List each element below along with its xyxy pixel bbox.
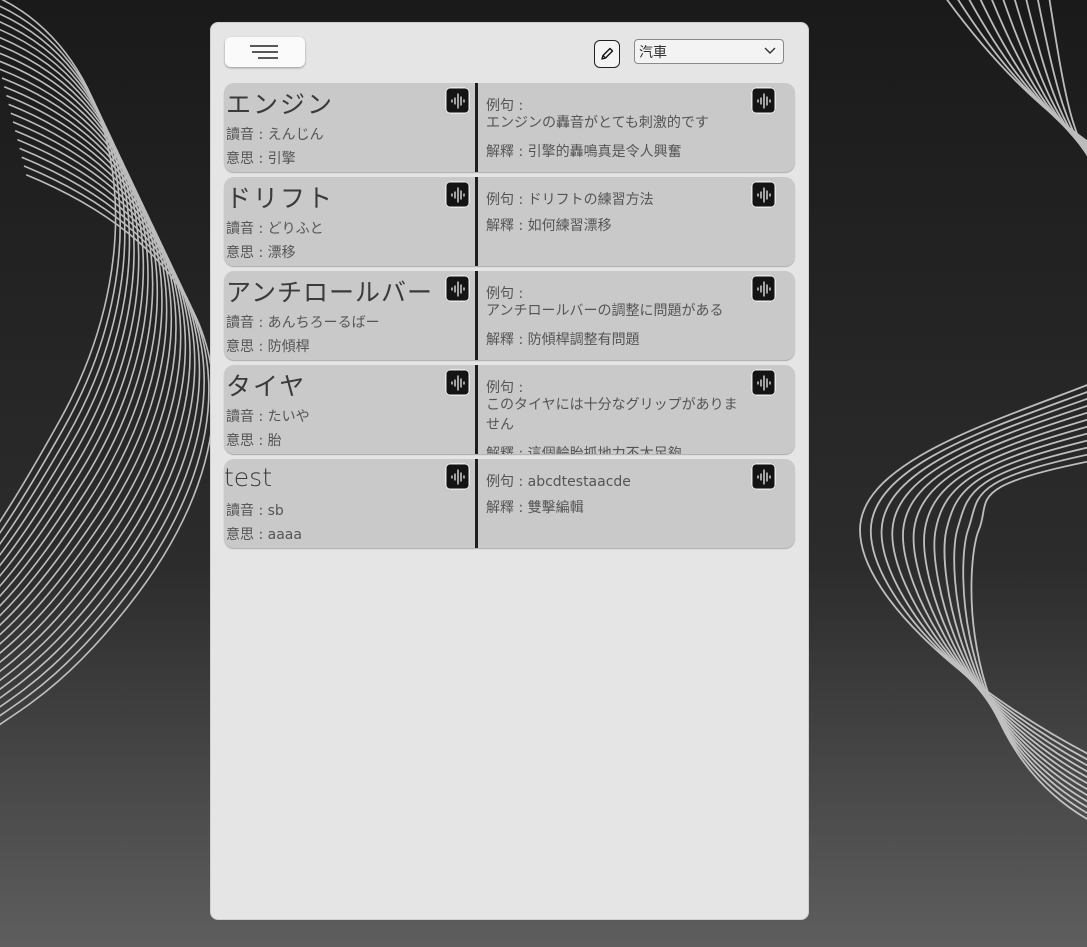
example-section: 例句 : アンチロールバーの調整に問題がある 解釋 : 防傾桿調整有問題	[486, 271, 786, 360]
example-label: 例句 : abcdtestaacde	[486, 474, 631, 490]
sound-wave-icon	[756, 186, 771, 203]
sound-wave-icon	[756, 374, 771, 391]
card-divider	[475, 459, 478, 548]
word-section: タイヤ 讀音 : たいや 意思 : 胎	[224, 365, 476, 454]
vocabulary-panel: 汽車 エンジン 讀音 : えんじん 意思 : 引擎 例句 : エンジンの轟音がと…	[210, 22, 809, 920]
play-word-audio-button[interactable]	[445, 369, 470, 396]
reading-text: 讀音 : たいや	[226, 409, 310, 425]
play-example-audio-button[interactable]	[751, 87, 776, 114]
card-divider	[475, 177, 478, 266]
card-divider	[475, 83, 478, 172]
vocab-card[interactable]: アンチロールバー 讀音 : あんちろーるばー 意思 : 防傾桿 例句 : アンチ…	[224, 271, 795, 360]
vocab-card[interactable]: エンジン 讀音 : えんじん 意思 : 引擎 例句 : エンジンの轟音がとても刺…	[224, 83, 795, 172]
vocabulary-list: エンジン 讀音 : えんじん 意思 : 引擎 例句 : エンジンの轟音がとても刺…	[224, 83, 796, 553]
play-example-audio-button[interactable]	[751, 275, 776, 302]
reading-text: 讀音 : えんじん	[226, 127, 324, 143]
explanation-text: 解釋 : 防傾桿調整有問題	[486, 332, 640, 348]
example-text: エンジンの轟音がとても刺激的です	[486, 115, 709, 131]
reading-text: 讀音 : sb	[226, 503, 284, 519]
sound-wave-icon	[450, 280, 465, 297]
explanation-text: 解釋 : 雙擊編輯	[486, 500, 584, 516]
sound-wave-icon	[756, 92, 771, 109]
sound-wave-icon	[450, 92, 465, 109]
reading-text: 讀音 : あんちろーるばー	[226, 315, 380, 331]
example-label: 例句 : ドリフトの練習方法	[486, 192, 654, 208]
meaning-text: 意思 : aaaa	[226, 527, 302, 543]
category-dropdown[interactable]: 汽車	[634, 39, 784, 64]
play-example-audio-button[interactable]	[751, 369, 776, 396]
menu-button[interactable]	[225, 37, 305, 67]
word-section: エンジン 讀音 : えんじん 意思 : 引擎	[224, 83, 476, 172]
word-section: ドリフト 讀音 : どりふと 意思 : 漂移	[224, 177, 476, 266]
example-section: 例句 : エンジンの轟音がとても刺激的です 解釋 : 引擎的轟鳴真是令人興奮	[486, 83, 786, 172]
explanation-text: 解釋 : 這個輪胎抓地力不太足夠	[486, 446, 682, 454]
play-word-audio-button[interactable]	[445, 87, 470, 114]
example-text: アンチロールバーの調整に問題がある	[486, 303, 724, 319]
category-value: 汽車	[639, 44, 667, 61]
explanation-text: 解釋 : 引擎的轟鳴真是令人興奮	[486, 144, 682, 160]
hamburger-icon	[250, 45, 278, 59]
play-example-audio-button[interactable]	[751, 463, 776, 490]
meaning-text: 意思 : 引擎	[226, 151, 296, 167]
pencil-icon	[601, 47, 614, 60]
meaning-text: 意思 : 防傾桿	[226, 339, 310, 355]
example-label: 例句 :	[486, 380, 524, 396]
example-label: 例句 :	[486, 98, 524, 114]
chevron-down-icon	[764, 47, 776, 54]
example-section: 例句 : このタイヤには十分なグリップがありません 解釋 : 這個輪胎抓地力不太…	[486, 365, 786, 454]
meaning-text: 意思 : 漂移	[226, 245, 296, 261]
play-example-audio-button[interactable]	[751, 181, 776, 208]
word-section: test 讀音 : sb 意思 : aaaa	[224, 459, 476, 548]
meaning-text: 意思 : 胎	[226, 433, 282, 449]
example-section: 例句 : ドリフトの練習方法 解釋 : 如何練習漂移	[486, 177, 786, 266]
sound-wave-icon	[756, 280, 771, 297]
word-text: タイヤ	[226, 372, 307, 401]
edit-button[interactable]	[594, 40, 620, 68]
example-section: 例句 : abcdtestaacde 解釋 : 雙擊編輯	[486, 459, 786, 548]
reading-text: 讀音 : どりふと	[226, 221, 324, 237]
sound-wave-icon	[450, 374, 465, 391]
word-text: アンチロールバー	[226, 278, 434, 307]
example-label: 例句 :	[486, 286, 524, 302]
vocab-card[interactable]: タイヤ 讀音 : たいや 意思 : 胎 例句 : このタイヤには十分なグリップが…	[224, 365, 795, 454]
play-word-audio-button[interactable]	[445, 275, 470, 302]
play-word-audio-button[interactable]	[445, 181, 470, 208]
play-word-audio-button[interactable]	[445, 463, 470, 490]
word-text: test	[224, 463, 273, 492]
example-text: このタイヤには十分なグリップがありません	[486, 397, 738, 433]
sound-wave-icon	[450, 186, 465, 203]
vocab-card[interactable]: test 讀音 : sb 意思 : aaaa 例句 : abcdtestaacd…	[224, 459, 795, 548]
word-text: ドリフト	[226, 184, 335, 213]
card-divider	[475, 365, 478, 454]
word-section: アンチロールバー 讀音 : あんちろーるばー 意思 : 防傾桿	[224, 271, 476, 360]
sound-wave-icon	[450, 468, 465, 485]
word-text: エンジン	[226, 90, 335, 119]
explanation-text: 解釋 : 如何練習漂移	[486, 218, 612, 234]
vocab-card[interactable]: ドリフト 讀音 : どりふと 意思 : 漂移 例句 : ドリフトの練習方法 解釋…	[224, 177, 795, 266]
sound-wave-icon	[756, 468, 771, 485]
card-divider	[475, 271, 478, 360]
